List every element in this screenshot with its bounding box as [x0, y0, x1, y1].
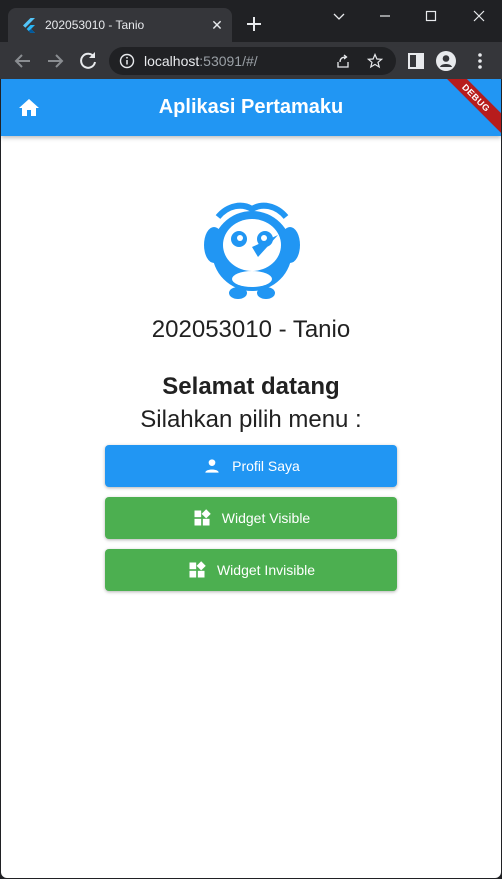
widgets-icon [189, 561, 206, 578]
app-viewport: Aplikasi Pertamaku DEBUG 202053010 - Tan… [1, 79, 501, 878]
url-text[interactable]: localhost:53091/#/ [144, 53, 258, 69]
maximize-button[interactable] [408, 0, 454, 32]
flutter-icon [23, 18, 35, 33]
more-icon[interactable] [468, 49, 492, 73]
widget-invisible-label: Widget Invisible [216, 562, 316, 578]
tab-title: 202053010 - Tanio [45, 18, 145, 32]
person-icon [205, 459, 219, 473]
menu-prompt: Silahkan pilih menu : [140, 406, 362, 433]
widget-visible-button[interactable]: Widget Visible [105, 497, 397, 539]
page-title: Aplikasi Pertamaku [158, 96, 344, 118]
browser-toolbar: localhost:53091/#/ [0, 42, 502, 79]
widgets-icon [194, 509, 211, 526]
back-icon[interactable] [11, 49, 35, 73]
share-icon[interactable] [335, 53, 351, 69]
maximize-icon [425, 10, 437, 22]
tab-strip: 202053010 - Tanio ✕ [0, 0, 502, 42]
minimize-button[interactable] [362, 0, 408, 32]
home-icon[interactable] [17, 96, 41, 120]
widget-visible-label: Widget Visible [221, 510, 311, 526]
profile-button-label: Profil Saya [232, 458, 300, 474]
close-icon [473, 10, 485, 22]
plus-icon[interactable] [244, 14, 264, 34]
tab-search-button[interactable] [316, 0, 362, 32]
welcome-heading: Selamat datang [162, 373, 340, 400]
address-bar[interactable]: localhost:53091/#/ [109, 47, 396, 75]
student-label: 202053010 - Tanio [151, 316, 351, 343]
info-icon[interactable] [119, 53, 135, 69]
reload-icon[interactable] [76, 49, 100, 73]
widget-invisible-button[interactable]: Widget Invisible [105, 549, 397, 591]
profile-icon[interactable] [434, 49, 458, 73]
forward-icon[interactable] [43, 49, 67, 73]
profile-button[interactable]: Profil Saya [105, 445, 397, 487]
close-icon[interactable]: ✕ [208, 16, 226, 34]
url-host: localhost [144, 53, 200, 69]
minimize-icon [380, 15, 390, 17]
browser-window: 202053010 - Tanio ✕ localhost:53091/#/ A… [0, 0, 502, 879]
app-bar: Aplikasi Pertamaku DEBUG [1, 79, 501, 142]
close-window-button[interactable] [456, 0, 502, 32]
chevron-down-icon [333, 13, 345, 20]
bird-logo-icon [204, 202, 300, 299]
star-icon[interactable] [367, 53, 383, 69]
sidepanel-icon[interactable] [404, 49, 428, 73]
url-path: :53091/#/ [199, 53, 258, 69]
browser-tab[interactable]: 202053010 - Tanio ✕ [8, 8, 232, 42]
